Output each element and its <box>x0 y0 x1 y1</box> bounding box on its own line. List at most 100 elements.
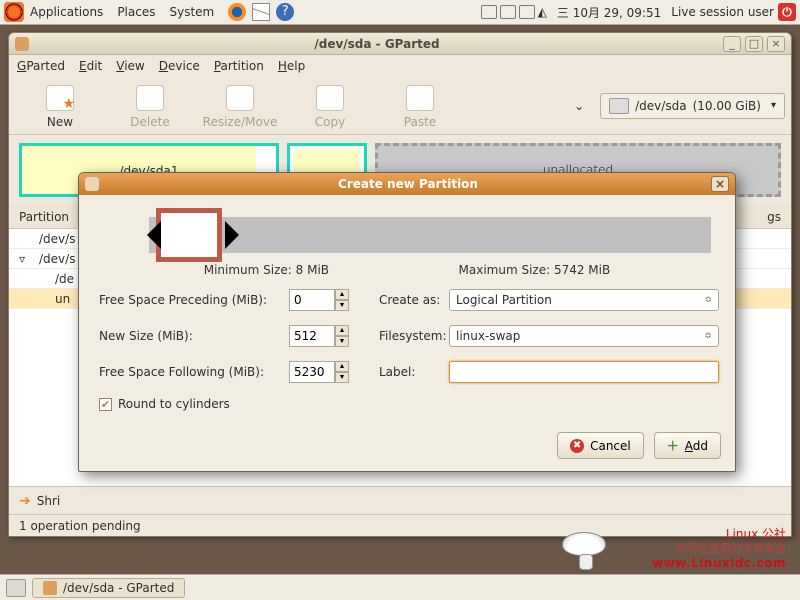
spin-up-icon[interactable]: ▲ <box>335 325 349 336</box>
menu-gparted[interactable]: GGPartedParted <box>17 59 65 73</box>
paste-button: Paste <box>375 83 465 129</box>
free-preceding-field[interactable] <box>289 289 335 311</box>
menu-view[interactable]: ViewView <box>116 59 144 73</box>
pending-op-icon: ➔ <box>19 493 31 509</box>
taskbar-item-gparted[interactable]: /dev/sda - GParted <box>32 578 185 598</box>
mail-icon[interactable] <box>252 3 270 21</box>
label-input[interactable] <box>449 361 719 383</box>
add-button[interactable]: ＋ AddAdd <box>654 432 721 459</box>
gnome-top-panel: Applications Places System ? ◭ 三 10月 29,… <box>0 0 800 25</box>
gnome-bottom-panel: /dev/sda - GParted <box>0 574 800 600</box>
places-menu[interactable]: Places <box>117 5 155 19</box>
watermark-sub: 您现在查看的文章来自 <box>652 542 786 556</box>
delete-button: Delete <box>105 83 195 129</box>
free-following-input[interactable]: ▲▼ <box>289 361 359 383</box>
spin-up-icon[interactable]: ▲ <box>335 289 349 300</box>
create-as-value: Logical Partition <box>456 293 552 307</box>
round-cylinders-label: Round to cylinders <box>118 397 230 411</box>
menu-partition[interactable]: PartitionPartition <box>214 59 264 73</box>
add-icon: ＋ <box>667 437 679 454</box>
firefox-icon[interactable] <box>228 3 246 21</box>
spin-down-icon[interactable]: ▼ <box>335 300 349 311</box>
spin-down-icon[interactable]: ▼ <box>335 336 349 347</box>
chevron-down-icon: ▾ <box>771 100 776 111</box>
device-path: /dev/sda <box>635 99 686 113</box>
dialog-titlebar[interactable]: Create new Partition × <box>79 173 735 195</box>
minimum-size-label: Minimum Size: 8 MiB <box>204 263 329 277</box>
resize-icon <box>226 85 254 111</box>
volume-icon[interactable]: ◭ <box>538 5 547 19</box>
power-icon[interactable]: ⏻ <box>778 3 796 21</box>
status-text: 1 operation pending <box>19 519 141 533</box>
chevron-updown-icon: ≎ <box>704 295 712 305</box>
label-label: Label: <box>359 365 449 379</box>
watermark-url: www.Linuxidc.com <box>652 556 786 572</box>
dialog-icon <box>85 177 99 191</box>
tray-icon[interactable] <box>500 5 516 19</box>
show-desktop-button[interactable] <box>6 579 26 597</box>
undo-chevron-icon[interactable]: ⌄ <box>574 99 584 113</box>
minimize-button[interactable]: _ <box>723 36 741 52</box>
cancel-icon: ✖ <box>570 439 584 453</box>
slider-handle-left[interactable] <box>147 221 161 249</box>
device-size: (10.00 GiB) <box>693 99 761 113</box>
free-following-label: Free Space Following (MiB): <box>99 365 289 379</box>
cancel-button[interactable]: ✖ Cancel <box>557 432 644 459</box>
spin-up-icon[interactable]: ▲ <box>335 361 349 372</box>
size-slider[interactable] <box>149 209 711 255</box>
user-menu[interactable]: Live session user <box>671 5 774 19</box>
copy-icon <box>316 85 344 111</box>
spin-down-icon[interactable]: ▼ <box>335 372 349 383</box>
clock[interactable]: 三 10月 29, 09:51 <box>557 4 661 21</box>
tray-icon[interactable] <box>481 5 497 19</box>
chevron-updown-icon: ≎ <box>704 331 712 341</box>
new-icon <box>46 85 74 111</box>
filesystem-value: linux-swap <box>456 329 520 343</box>
menu-device[interactable]: DeviceDevice <box>159 59 200 73</box>
app-icon <box>43 581 57 595</box>
free-preceding-input[interactable]: ▲▼ <box>289 289 359 311</box>
device-selector[interactable]: /dev/sda (10.00 GiB) ▾ <box>600 93 785 119</box>
watermark-logo-icon <box>562 532 610 572</box>
new-button[interactable]: New <box>15 83 105 129</box>
applications-menu[interactable]: Applications <box>30 5 103 19</box>
window-titlebar[interactable]: /dev/sda - GParted _ □ × <box>9 33 791 55</box>
new-size-label: New Size (MiB): <box>99 329 289 343</box>
app-icon <box>15 37 29 51</box>
create-as-label: Create as: <box>359 293 449 307</box>
slider-block[interactable] <box>161 213 217 257</box>
delete-icon <box>136 85 164 111</box>
round-cylinders-checkbox[interactable]: ✔ <box>99 398 112 411</box>
free-following-field[interactable] <box>289 361 335 383</box>
tray-icon[interactable] <box>519 5 535 19</box>
new-size-field[interactable] <box>289 325 335 347</box>
slider-handle-right[interactable] <box>225 221 239 249</box>
col-flags-suffix: gs <box>767 210 781 224</box>
maximize-button[interactable]: □ <box>745 36 763 52</box>
paste-icon <box>406 85 434 111</box>
window-title: /dev/sda - GParted <box>35 37 719 51</box>
new-size-input[interactable]: ▲▼ <box>289 325 359 347</box>
dialog-close-button[interactable]: × <box>711 176 729 192</box>
resize-button: Resize/Move <box>195 83 285 129</box>
menubar: GGPartedParted EditEdit ViewView DeviceD… <box>9 55 791 77</box>
task-label: /dev/sda - GParted <box>63 581 174 595</box>
statusbar: 1 operation pending <box>9 514 791 536</box>
maximum-size-label: Maximum Size: 5742 MiB <box>459 263 611 277</box>
create-partition-dialog: Create new Partition × Minimum Size: 8 M… <box>78 172 736 472</box>
ubuntu-logo-icon[interactable] <box>4 2 24 22</box>
filesystem-combo[interactable]: linux-swap ≎ <box>449 325 719 347</box>
dialog-title: Create new Partition <box>105 177 711 191</box>
menu-edit[interactable]: EditEdit <box>79 59 102 73</box>
help-icon[interactable]: ? <box>276 3 294 21</box>
operations-pane: ➔ Shri <box>9 486 791 514</box>
system-menu[interactable]: System <box>169 5 214 19</box>
filesystem-label: Filesystem: <box>359 329 449 343</box>
toolbar: New Delete Resize/Move Copy Paste ⌄ /dev… <box>9 77 791 135</box>
menu-help[interactable]: HelpHelp <box>278 59 305 73</box>
copy-button: Copy <box>285 83 375 129</box>
close-button[interactable]: × <box>767 36 785 52</box>
pending-op-text: Shri <box>37 494 61 508</box>
disk-icon <box>609 98 629 114</box>
create-as-combo[interactable]: Logical Partition ≎ <box>449 289 719 311</box>
